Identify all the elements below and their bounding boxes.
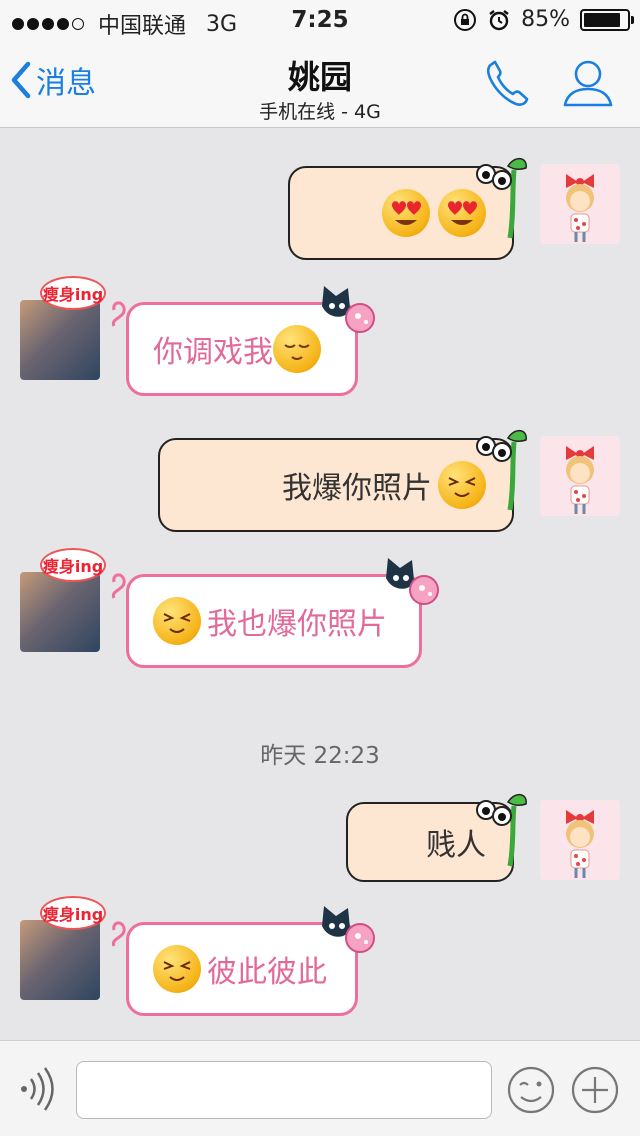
contact-profile-icon[interactable] — [562, 58, 614, 108]
sprout-sticker-icon — [476, 793, 527, 867]
avatar-badge: 瘦身ing — [40, 276, 106, 310]
my-avatar[interactable] — [540, 164, 620, 244]
message-text: 你调戏我 — [153, 335, 273, 370]
cartoon-girl-icon — [566, 174, 594, 242]
shy-face-emoji-icon — [273, 325, 321, 373]
squint-face-emoji-icon — [153, 597, 201, 645]
message-text: 我爆你照片 — [282, 471, 432, 506]
message-input[interactable] — [76, 1061, 492, 1119]
squint-face-emoji-icon — [153, 945, 201, 993]
contact-avatar[interactable] — [20, 572, 100, 652]
cartoon-girl-icon — [566, 810, 594, 878]
battery-icon — [580, 8, 634, 31]
message-bubble-received[interactable]: 我也爆你照片 — [126, 574, 422, 668]
avatar-badge: 瘦身ing — [40, 548, 106, 582]
rotation-lock-icon — [454, 8, 477, 31]
add-attachment-icon[interactable] — [570, 1065, 620, 1115]
contact-avatar[interactable] — [20, 300, 100, 380]
sprout-sticker-icon — [476, 157, 527, 239]
phone-icon[interactable] — [484, 58, 530, 108]
contact-avatar[interactable] — [20, 920, 100, 1000]
avatar-badge: 瘦身ing — [40, 896, 106, 930]
my-avatar[interactable] — [540, 800, 620, 880]
nav-bar: 消息 姚园 手机在线 - 4G — [0, 40, 640, 128]
message-text: 彼此彼此 — [207, 955, 327, 990]
status-right: 85% — [453, 7, 634, 32]
status-bar: 中国联通 3G 7:25 85% — [0, 0, 640, 40]
cat-sticker-icon — [386, 558, 439, 605]
page-title: 姚园 — [287, 58, 352, 96]
input-bar — [0, 1040, 640, 1136]
battery-fill — [584, 12, 620, 27]
my-avatar[interactable] — [540, 436, 620, 516]
online-status: 手机在线 - 4G — [259, 101, 381, 123]
curl-sticker-icon — [111, 921, 126, 947]
cat-sticker-icon — [322, 906, 375, 953]
message-text: 我也爆你照片 — [207, 607, 387, 642]
cartoon-girl-icon — [566, 446, 594, 514]
alarm-icon — [489, 9, 509, 30]
curl-sticker-icon — [111, 301, 126, 327]
chat-timestamp: 昨天 22:23 — [260, 743, 380, 769]
emoji-picker-icon[interactable] — [506, 1065, 556, 1115]
chat-area[interactable]: 瘦身ing 你调戏我 我爆你照片 瘦身ing 我也爆你照片 昨天 22:23 贱… — [0, 128, 640, 1040]
voice-input-icon[interactable] — [18, 1067, 58, 1111]
battery-percent: 85% — [521, 7, 570, 32]
sprout-sticker-icon — [476, 429, 527, 511]
message-bubble-sent[interactable]: 我爆你照片 — [158, 438, 514, 532]
cat-sticker-icon — [322, 286, 375, 333]
curl-sticker-icon — [111, 573, 126, 599]
heart-eyes-emoji-icon — [382, 189, 430, 237]
